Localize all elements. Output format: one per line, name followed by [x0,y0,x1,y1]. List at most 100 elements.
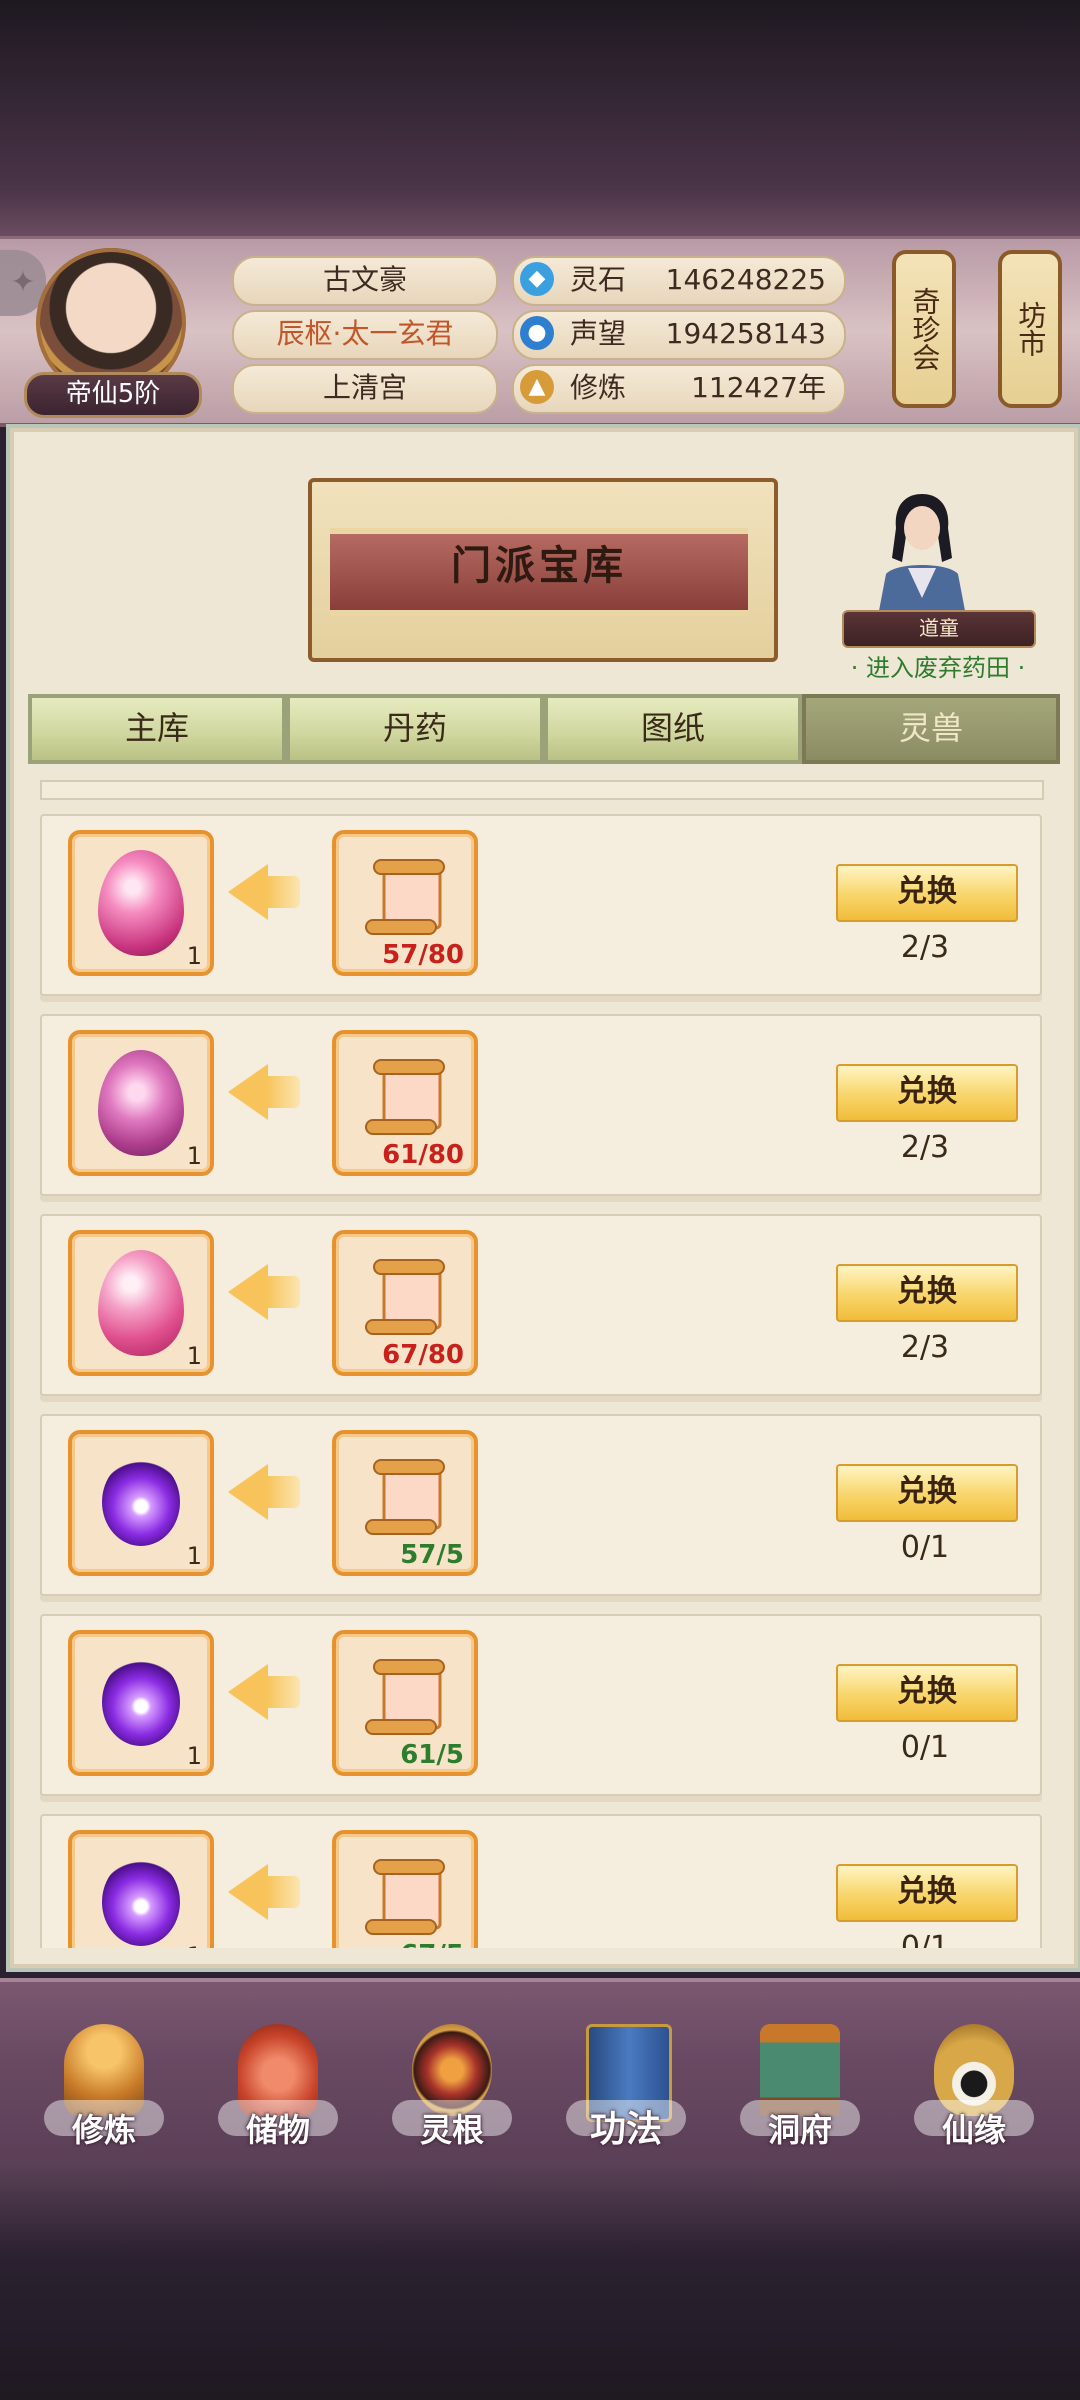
pink-swirl-egg-icon [98,1050,184,1156]
pink-marble-egg-icon [98,1250,184,1356]
exchange-arrow-tail [266,1276,300,1308]
cost-slot[interactable]: 61/5 [332,1630,478,1776]
cost-progress: 67/5 [400,1940,464,1948]
exchange-arrow-tail [266,1876,300,1908]
reward-slot[interactable]: 1 [68,1830,214,1948]
exchange-row: 1 67/5 兑换 0/1 [40,1814,1042,1948]
reward-count: 1 [187,1942,202,1948]
reward-slot[interactable]: 1 [68,830,214,976]
nav-spirit-root[interactable]: 灵根 [382,2018,522,2158]
resource-label: 声望 [570,317,627,350]
player-name: 古文豪 [232,256,498,306]
tab-pills[interactable]: 丹药 [286,694,544,764]
exchange-limit: 0/1 [900,1530,950,1565]
exchange-arrow-icon [228,1064,268,1120]
resource-cultivation: ▲ 修炼 112427年 [512,364,846,414]
exchange-row: 1 57/80 兑换 2/3 [40,814,1042,996]
nav-technique[interactable]: 功法 [556,2018,696,2158]
exchange-limit: 0/1 [900,1930,950,1948]
scroll-fragment-icon [365,1859,445,1935]
tab-spirit-beasts[interactable]: 灵兽 [802,694,1060,764]
player-sect: 上清宫 [232,364,498,414]
nav-cultivate[interactable]: 修炼 [34,2018,174,2158]
resource-value: 194258143 [665,317,826,350]
exchange-button[interactable]: 兑换 [836,864,1018,922]
cost-slot[interactable]: 67/80 [332,1230,478,1376]
scroll-fragment-icon [365,1659,445,1735]
exchange-arrow-tail [266,1076,300,1108]
purple-spirit-flame-icon [102,1658,180,1746]
tab-blueprints[interactable]: 图纸 [544,694,802,764]
reward-slot[interactable]: 1 [68,1430,214,1576]
resource-prestige: ● 声望 194258143 [512,310,846,360]
exchange-limit: 2/3 [900,1330,950,1365]
exchange-arrow-tail [266,1676,300,1708]
resource-spirit-stone: ◆ 灵石 146248225 [512,256,846,306]
cost-slot[interactable]: 61/80 [332,1030,478,1176]
exchange-button[interactable]: 兑换 [836,1864,1018,1922]
cost-slot[interactable]: 57/80 [332,830,478,976]
resource-label: 修炼 [570,371,627,404]
cost-slot[interactable]: 67/5 [332,1830,478,1948]
nav-label: 储物 [245,2111,310,2149]
reward-slot[interactable]: 1 [68,1630,214,1776]
bottom-backdrop [0,2160,1080,2400]
cost-progress: 61/80 [382,1140,464,1170]
purple-spirit-flame-icon [102,1458,180,1546]
npc-portrait[interactable] [862,488,982,616]
market-lantern-button[interactable]: 坊市 [998,250,1062,408]
reward-slot[interactable]: 1 [68,1230,214,1376]
reward-count: 1 [186,942,202,970]
abandoned-herb-field-link[interactable]: · 进入废弃药田 · [820,650,1056,686]
scroll-fragment-icon [365,1259,445,1335]
cost-slot[interactable]: 57/5 [332,1430,478,1576]
reward-slot[interactable]: 1 [68,1030,214,1176]
purple-spirit-flame-icon [102,1858,180,1946]
resource-label: 灵石 [570,263,627,296]
spirit-stone-icon: ◆ [520,262,554,296]
nav-cave-dwelling[interactable]: 洞府 [730,2018,870,2158]
nav-label: 仙缘 [941,2111,1006,2149]
exchange-row: 1 61/5 兑换 0/1 [40,1614,1042,1796]
exchange-arrow-icon [228,1864,268,1920]
exchange-button[interactable]: 兑换 [836,1264,1018,1322]
exchange-arrow-tail [266,876,300,908]
cost-progress: 61/5 [400,1740,464,1770]
cost-progress: 57/80 [382,940,464,970]
reward-count: 1 [186,1142,202,1170]
pink-phoenix-egg-icon [98,850,184,956]
nav-label: 功法 [589,2109,662,2150]
scroll-fragment-icon [365,1459,445,1535]
player-title: 辰枢·太一玄君 [232,310,498,360]
exchange-limit: 2/3 [900,1130,950,1165]
nav-label: 灵根 [419,2111,484,2149]
prestige-drop-icon: ● [520,316,554,350]
exchange-list[interactable]: 1 57/80 兑换 2/3 1 61/80 兑换 2/3 1 67/80 兑换… [36,780,1044,1948]
exchange-limit: 0/1 [900,1730,950,1765]
tab-main-vault[interactable]: 主库 [28,694,286,764]
resource-value: 112427年 [691,371,826,404]
nav-storage[interactable]: 储物 [208,2018,348,2158]
exchange-arrow-icon [228,1264,268,1320]
npc-name-plate: 道童 [842,610,1036,648]
reward-count: 1 [186,1742,202,1770]
exchange-arrow-icon [228,864,268,920]
nav-immortal-fate[interactable]: 仙缘 [904,2018,1044,2158]
treasure-fair-lantern-button[interactable]: 奇珍会 [892,250,956,408]
exchange-button[interactable]: 兑换 [836,1064,1018,1122]
exchange-row: 1 57/5 兑换 0/1 [40,1414,1042,1596]
cost-progress: 67/80 [382,1340,464,1370]
scroll-fragment-icon [365,859,445,935]
exchange-arrow-icon [228,1464,268,1520]
exchange-arrow-tail [266,1476,300,1508]
resource-value: 146248225 [665,263,826,296]
reward-count: 1 [186,1342,202,1370]
player-rank: 帝仙5阶 [24,372,202,418]
exchange-limit: 2/3 [900,930,950,965]
scroll-fragment-icon [365,1059,445,1135]
exchange-button[interactable]: 兑换 [836,1664,1018,1722]
exchange-button[interactable]: 兑换 [836,1464,1018,1522]
exchange-row: 1 67/80 兑换 2/3 [40,1214,1042,1396]
meditation-icon: ▲ [520,370,554,404]
top-backdrop [0,0,1080,236]
